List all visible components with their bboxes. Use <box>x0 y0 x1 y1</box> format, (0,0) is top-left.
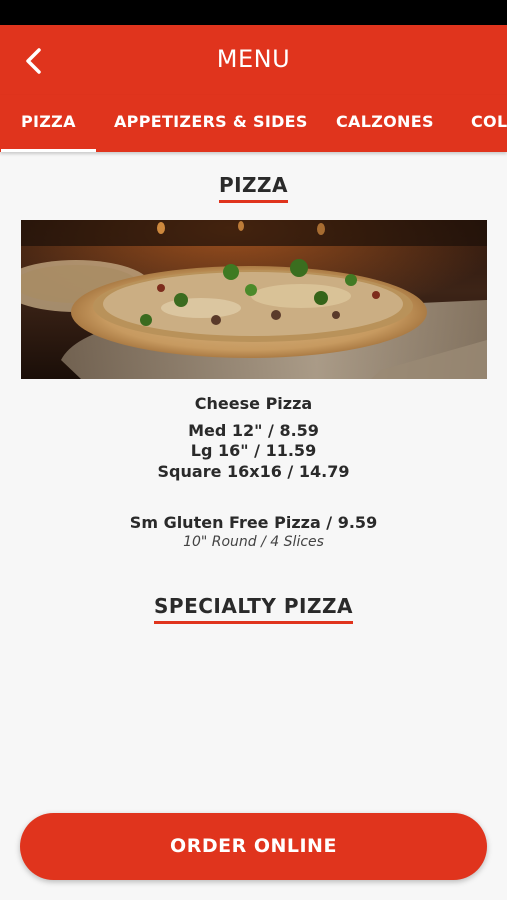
page-title: MENU <box>216 45 291 73</box>
category-tabs: PIZZA APPETIZERS & SIDES CALZONES COL <box>0 95 507 152</box>
item-cheese-pizza-name: Cheese Pizza <box>194 394 313 413</box>
app-header: MENU <box>0 25 507 95</box>
tab-pizza[interactable]: PIZZA <box>1 95 96 152</box>
section-title-specialty: SPECIALTY PIZZA <box>0 594 507 624</box>
pizza-photo <box>21 220 487 379</box>
item-gluten-free-name: Sm Gluten Free Pizza / 9.59 <box>129 513 378 532</box>
status-bar <box>0 0 507 25</box>
tab-calzones[interactable]: CALZONES <box>336 95 434 152</box>
item-cheese-pizza-size-square: Square 16x16 / 14.79 <box>157 462 350 481</box>
item-cheese-pizza-size-med: Med 12" / 8.59 <box>188 421 319 440</box>
section-title-pizza-text: PIZZA <box>218 173 289 203</box>
item-gluten-free-description: 10" Round / 4 Slices <box>183 534 324 550</box>
section-title-pizza: PIZZA <box>0 173 507 203</box>
item-cheese-pizza-size-lg: Lg 16" / 11.59 <box>190 441 317 460</box>
section-title-specialty-text: SPECIALTY PIZZA <box>154 594 353 624</box>
order-online-button[interactable]: ORDER ONLINE <box>20 813 487 880</box>
tab-appetizers-sides[interactable]: APPETIZERS & SIDES <box>114 95 308 152</box>
tab-col[interactable]: COL <box>471 95 507 152</box>
